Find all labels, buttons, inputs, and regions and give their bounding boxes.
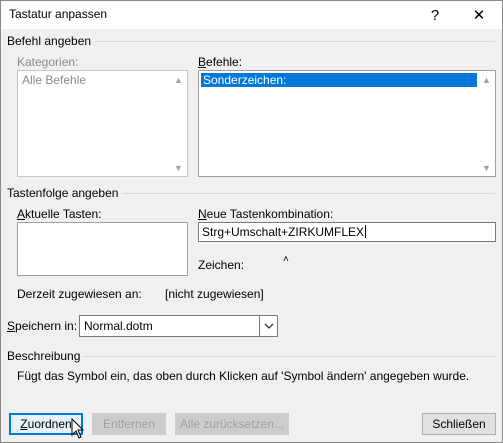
keys-group-label: Tastenfolge angeben (7, 186, 123, 200)
save-in-select[interactable]: Normal.dotm (79, 315, 278, 337)
close-icon: ✕ (472, 7, 486, 24)
categories-label: Kategorien: (17, 55, 79, 69)
scroll-down-icon: ▼ (174, 162, 183, 173)
help-icon: ? (430, 6, 440, 24)
scroll-up-icon: ▲ (174, 74, 183, 85)
new-combo-input[interactable]: Strg+Umschalt+ZIRKUMFLEX (198, 222, 496, 242)
close-window-button[interactable]: ✕ (457, 1, 501, 29)
assigned-to-label: Derzeit zugewiesen an: (17, 287, 142, 301)
description-group-label: Beschreibung (7, 349, 85, 363)
reset-all-button[interactable]: Alle zurücksetzen... (175, 413, 289, 435)
save-in-label: Speichern in: (7, 319, 78, 333)
current-keys-listbox[interactable] (17, 222, 188, 276)
commands-scrollbar[interactable]: ▲ ▼ (478, 71, 495, 176)
categories-scrollbar: ▲ ▼ (170, 71, 187, 176)
commands-listbox[interactable]: Sonderzeichen: ▲ ▼ (198, 70, 496, 177)
window-title: Tastatur anpassen (9, 7, 108, 21)
new-combo-label: Neue Tastenkombination: (198, 207, 334, 221)
command-group-label: Befehl angeben (7, 34, 96, 48)
close-button-label: Schließen (432, 417, 486, 431)
chevron-down-icon (264, 323, 273, 329)
current-keys-label: Aktuelle Tasten: (17, 207, 102, 221)
save-in-dropdown-button[interactable] (259, 316, 277, 336)
assigned-to-value: [nicht zugewiesen] (165, 287, 264, 301)
new-combo-value: Strg+Umschalt+ZIRKUMFLEX (202, 225, 365, 239)
remove-button-label: Entfernen (102, 417, 156, 431)
title-bar[interactable]: Tastatur anpassen ? ✕ (1, 1, 502, 29)
character-preview: ˄ (283, 254, 289, 265)
scroll-up-icon[interactable]: ▲ (478, 71, 495, 88)
categories-listbox: Alle Befehle ▲ ▼ (17, 70, 188, 177)
save-in-value: Normal.dotm (84, 319, 153, 333)
close-button[interactable]: Schließen (422, 413, 496, 435)
categories-list-item: Alle Befehle (22, 73, 87, 87)
commands-label: Befehle: (198, 55, 243, 69)
text-caret (365, 225, 367, 238)
mouse-pointer-icon (71, 418, 85, 439)
description-text: Fügt das Symbol ein, das oben durch Klic… (17, 369, 470, 383)
assign-button-label: Zuordnen (20, 417, 72, 431)
reset-all-button-label: Alle zurücksetzen... (179, 417, 285, 431)
scroll-down-icon[interactable]: ▼ (478, 159, 495, 176)
customize-keyboard-dialog: Tastatur anpassen ? ✕ Befehl angeben Kat… (0, 0, 503, 443)
commands-list-item-selected[interactable]: Sonderzeichen: (201, 73, 477, 87)
character-label: Zeichen: (198, 258, 245, 272)
help-button[interactable]: ? (413, 1, 457, 29)
remove-button[interactable]: Entfernen (92, 413, 166, 435)
